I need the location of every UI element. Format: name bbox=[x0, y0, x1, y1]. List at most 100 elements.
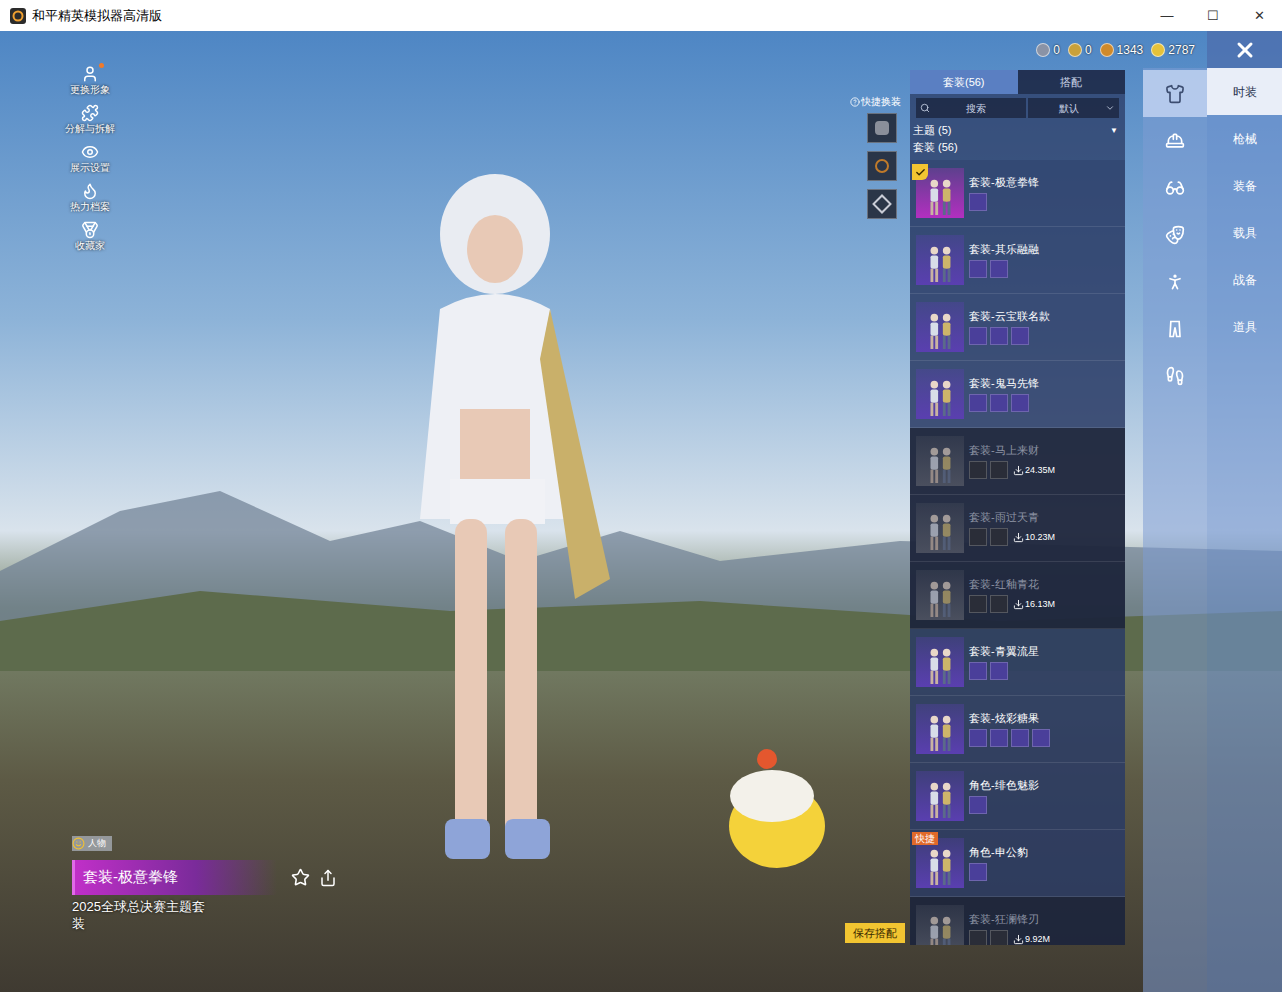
outfit-item[interactable]: 套装-雨过天青10.23M bbox=[910, 495, 1125, 562]
outfit-item[interactable]: 套装-炫彩糖果 bbox=[910, 696, 1125, 763]
filter-header[interactable]: 套装 (56) bbox=[913, 139, 1122, 156]
item-name: 套装-极意拳锋 bbox=[969, 175, 1119, 189]
window-control-button[interactable]: — bbox=[1144, 0, 1190, 31]
part-icon bbox=[990, 729, 1008, 747]
category-item[interactable] bbox=[1143, 164, 1207, 211]
item-thumbnail bbox=[916, 637, 964, 687]
figure-icon bbox=[921, 308, 959, 352]
outfit-item[interactable]: 套装-红釉青花16.13M bbox=[910, 562, 1125, 629]
part-icon bbox=[969, 662, 987, 680]
category-item[interactable] bbox=[1143, 305, 1207, 352]
smile-icon bbox=[72, 837, 85, 850]
item-name: 套装-炫彩糖果 bbox=[969, 711, 1119, 725]
outfit-item[interactable]: 套装-鬼马先锋 bbox=[910, 361, 1125, 428]
outfit-icon bbox=[1165, 84, 1185, 104]
item-name: 套装-狂澜锋刃 bbox=[969, 912, 1119, 926]
flame-icon bbox=[81, 182, 99, 200]
glasses-icon bbox=[1165, 178, 1185, 198]
title-bar: 和平精英模拟器高清版—☐✕ bbox=[0, 0, 1282, 31]
section-tab[interactable]: 载具 bbox=[1207, 209, 1282, 256]
part-icon bbox=[990, 662, 1008, 680]
quick-slot[interactable] bbox=[867, 189, 897, 219]
quick-slot[interactable] bbox=[867, 151, 897, 181]
section-tab[interactable]: 装备 bbox=[1207, 162, 1282, 209]
download-indicator[interactable]: 9.92M bbox=[1013, 933, 1050, 945]
eye-icon bbox=[81, 143, 99, 161]
section-tab[interactable]: 时装 bbox=[1207, 68, 1282, 115]
outfit-item[interactable]: 套装-马上来财24.35M bbox=[910, 428, 1125, 495]
download-icon bbox=[1013, 599, 1024, 610]
currency-bar: 0013432787 bbox=[910, 31, 1207, 68]
part-icon bbox=[990, 394, 1008, 412]
download-icon bbox=[1013, 532, 1024, 543]
quick-slot[interactable] bbox=[867, 113, 897, 143]
figure-icon bbox=[875, 121, 889, 135]
part-icon bbox=[969, 595, 987, 613]
coin-icon bbox=[1151, 43, 1165, 57]
item-name: 角色-绯色魅影 bbox=[969, 778, 1119, 792]
category-item[interactable] bbox=[1143, 211, 1207, 258]
save-outfit-button[interactable]: 保存搭配 bbox=[845, 923, 905, 943]
left-menu-item[interactable]: 展示设置 bbox=[58, 143, 122, 180]
figure-icon bbox=[921, 174, 959, 218]
help-icon bbox=[850, 97, 860, 107]
part-icon bbox=[1011, 729, 1029, 747]
filter-header[interactable]: 主题 (5)▼ bbox=[913, 122, 1122, 139]
left-menu-item[interactable]: 更换形象 bbox=[58, 65, 122, 102]
chevron-down-icon bbox=[1105, 103, 1115, 113]
category-item[interactable] bbox=[1143, 117, 1207, 164]
item-name: 套装-其乐融融 bbox=[969, 242, 1119, 256]
app-window: 和平精英模拟器高清版—☐✕ 更换形象分解与拆解展示设置热力档案收藏家人物套装-极意… bbox=[0, 0, 1282, 992]
item-thumbnail bbox=[916, 570, 964, 620]
left-menu-item[interactable]: 分解与拆解 bbox=[58, 104, 122, 141]
download-size: 16.13M bbox=[1025, 598, 1055, 610]
category-item[interactable] bbox=[1143, 352, 1207, 399]
part-icon bbox=[969, 394, 987, 412]
download-indicator[interactable]: 24.35M bbox=[1013, 464, 1055, 476]
outfit-panel: 套装(56)搭配搜索默认主题 (5)▼套装 (56)套装-极意拳锋套装-其乐融融… bbox=[910, 70, 1125, 945]
figure-icon bbox=[921, 375, 959, 419]
outfit-item[interactable]: 角色-绯色魅影 bbox=[910, 763, 1125, 830]
part-icon bbox=[990, 260, 1008, 278]
quick-change-label[interactable]: 快捷换装 bbox=[850, 94, 901, 109]
favorite-star-icon[interactable] bbox=[291, 868, 310, 887]
window-control-button[interactable]: ☐ bbox=[1190, 0, 1236, 31]
item-thumbnail bbox=[916, 771, 964, 821]
left-menu-item[interactable]: 热力档案 bbox=[58, 182, 122, 219]
category-item[interactable] bbox=[1143, 70, 1207, 117]
part-icon bbox=[990, 595, 1008, 613]
close-button[interactable] bbox=[1207, 31, 1282, 68]
section-tab[interactable]: 战备 bbox=[1207, 256, 1282, 303]
share-icon[interactable] bbox=[319, 869, 337, 887]
figure-icon bbox=[921, 643, 959, 687]
item-thumbnail bbox=[916, 503, 964, 553]
preview-name: 套装-极意拳锋 bbox=[72, 860, 277, 895]
chick-pet bbox=[722, 741, 832, 871]
part-icon bbox=[1011, 394, 1029, 412]
section-tab[interactable]: 道具 bbox=[1207, 303, 1282, 350]
item-thumbnail bbox=[916, 235, 964, 285]
part-icon bbox=[990, 528, 1008, 546]
tab-bar: 套装(56)搭配 bbox=[910, 70, 1125, 94]
outfit-item[interactable]: 快捷角色-申公豹 bbox=[910, 830, 1125, 897]
preview-info: 人物套装-极意拳锋2025全球总决赛主题套装 bbox=[72, 836, 840, 932]
quick-badge: 快捷 bbox=[912, 832, 938, 845]
outfit-item[interactable]: 套装-极意拳锋 bbox=[910, 160, 1125, 227]
download-icon bbox=[1013, 465, 1024, 476]
download-indicator[interactable]: 16.13M bbox=[1013, 598, 1055, 610]
download-indicator[interactable]: 10.23M bbox=[1013, 531, 1055, 543]
sort-dropdown[interactable]: 默认 bbox=[1028, 98, 1119, 118]
outfit-item[interactable]: 套装-狂澜锋刃 9.92M bbox=[910, 897, 1125, 945]
search-field[interactable]: 搜索 bbox=[916, 98, 1026, 118]
section-tab[interactable]: 枪械 bbox=[1207, 115, 1282, 162]
outfit-item[interactable]: 套装-云宝联名款 bbox=[910, 294, 1125, 361]
outfit-item[interactable]: 套装-青翼流星 bbox=[910, 629, 1125, 696]
window-control-button[interactable]: ✕ bbox=[1236, 0, 1282, 31]
tab[interactable]: 套装(56) bbox=[910, 70, 1018, 94]
tab[interactable]: 搭配 bbox=[1018, 70, 1126, 94]
item-thumbnail bbox=[916, 436, 964, 486]
outfit-item[interactable]: 套装-其乐融融 bbox=[910, 227, 1125, 294]
left-menu-item[interactable]: 收藏家 bbox=[58, 221, 122, 258]
category-item[interactable] bbox=[1143, 258, 1207, 305]
outfit-list: 套装-极意拳锋套装-其乐融融套装-云宝联名款套装-鬼马先锋套装-马上来财24.3… bbox=[910, 156, 1125, 945]
